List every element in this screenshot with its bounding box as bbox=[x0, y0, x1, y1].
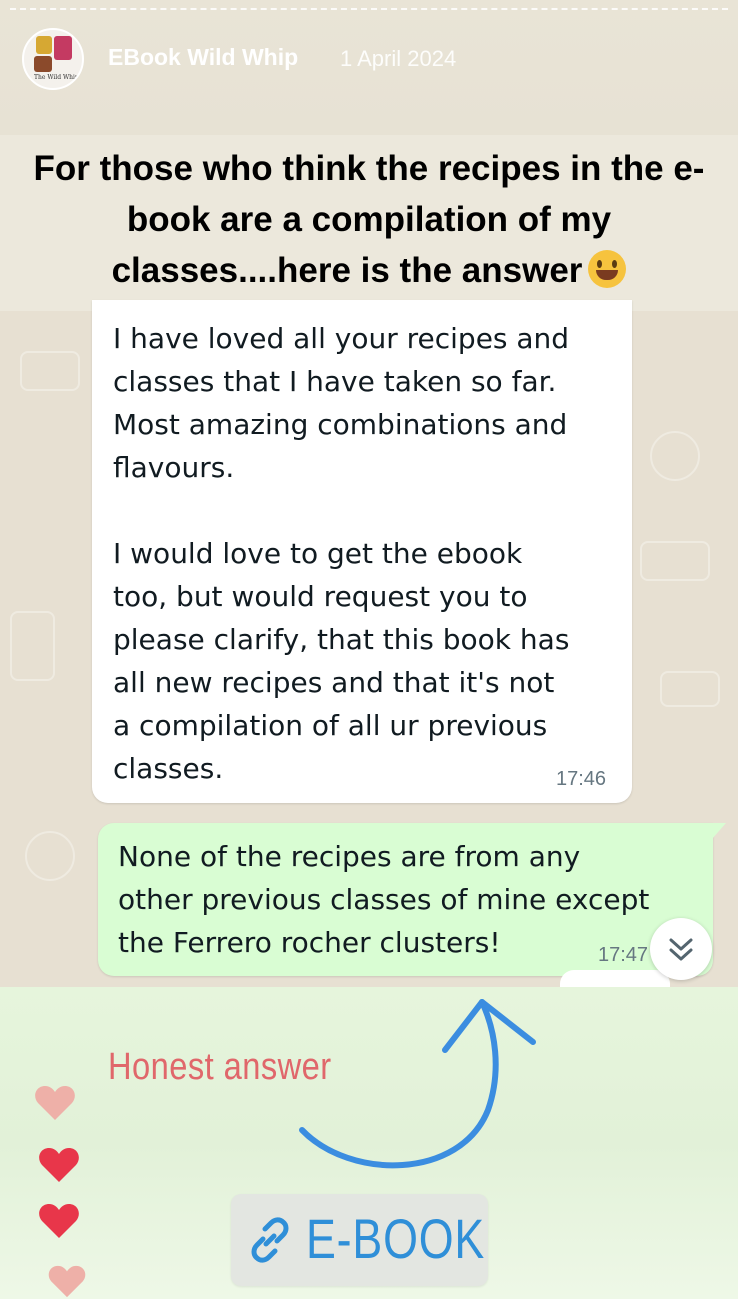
heart-icon bbox=[48, 1265, 86, 1298]
chevrons-down-icon bbox=[669, 938, 693, 961]
heart-icon bbox=[35, 1086, 75, 1120]
smile-emoji-icon bbox=[588, 250, 627, 288]
link-icon bbox=[251, 1217, 289, 1263]
outgoing-message-time: 17:47 bbox=[598, 944, 649, 966]
story-caption: For those who think the recipes in the e… bbox=[20, 143, 718, 296]
post-date: 1 April 2024 bbox=[340, 46, 457, 71]
outgoing-bubble-tail bbox=[712, 823, 726, 839]
heart-icon bbox=[39, 1204, 79, 1238]
avatar-text: The Wild Whip bbox=[34, 74, 79, 81]
account-name[interactable]: EBook Wild Whip bbox=[108, 44, 298, 71]
story-progress-bar bbox=[10, 8, 728, 11]
incoming-message-text: I have loved all your recipes and classe… bbox=[113, 322, 570, 785]
incoming-message-time: 17:46 bbox=[556, 768, 607, 790]
scroll-down-button[interactable] bbox=[650, 918, 712, 980]
heart-icon bbox=[39, 1148, 79, 1182]
ebook-link-label[interactable]: E-BOOK bbox=[306, 1206, 485, 1271]
honest-answer-sticker: Honest answer bbox=[108, 1046, 332, 1088]
story-canvas: The Wild Whip EBook Wild Whip 1 April 20… bbox=[0, 0, 738, 1299]
avatar[interactable]: The Wild Whip bbox=[22, 28, 84, 90]
